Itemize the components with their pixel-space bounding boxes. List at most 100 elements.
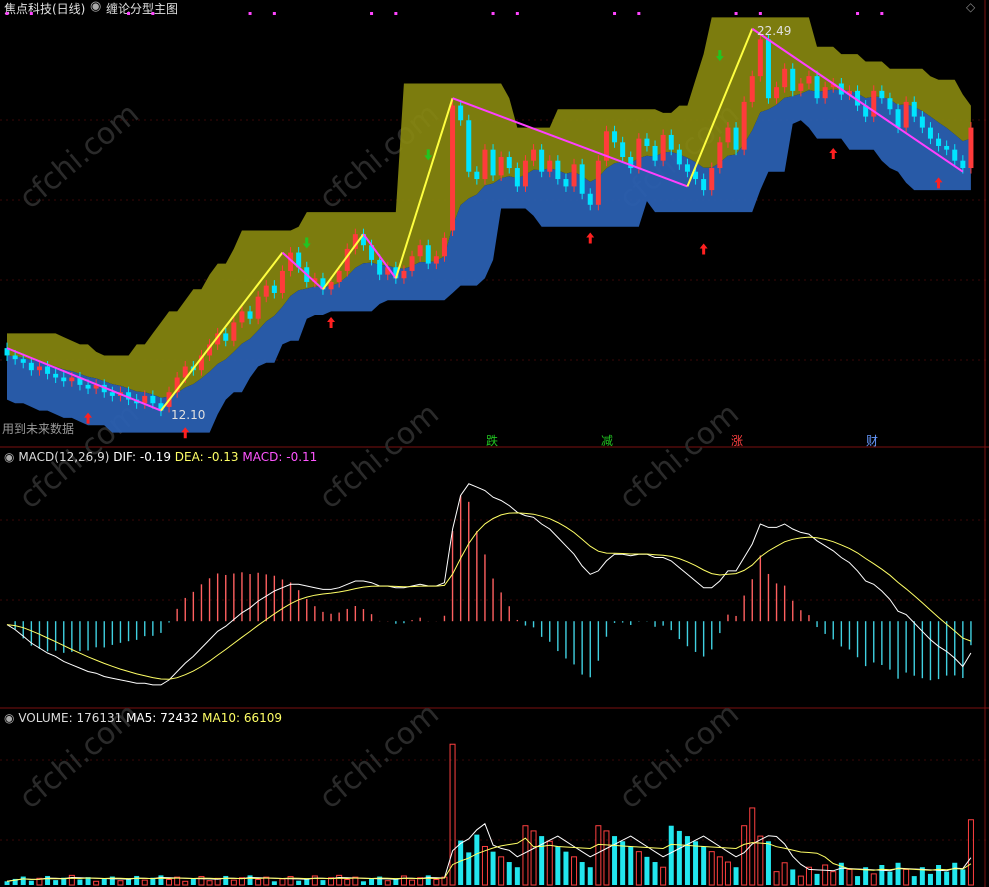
volume-bar xyxy=(781,862,788,886)
candle-body xyxy=(887,98,893,110)
volume-bar xyxy=(708,851,715,886)
volume-bar xyxy=(522,825,529,886)
candle-body xyxy=(676,149,682,165)
candle-body xyxy=(474,171,480,180)
volume-bar xyxy=(668,825,674,885)
volume-bar xyxy=(530,830,537,886)
ma5-label: MA5: xyxy=(126,711,157,725)
volume-bar xyxy=(571,856,578,886)
candle-body xyxy=(150,395,156,404)
candle-body xyxy=(450,105,456,231)
volume-bar xyxy=(117,880,124,886)
candle-body xyxy=(271,285,277,293)
volume-bar xyxy=(773,871,780,886)
candle-body xyxy=(28,362,34,371)
volume-bar xyxy=(846,868,853,886)
watermark-text: cfchi.com xyxy=(13,96,146,216)
candle-body xyxy=(490,149,496,176)
candle-body xyxy=(960,160,966,169)
dif-line xyxy=(6,483,972,686)
volume-bar xyxy=(400,875,407,886)
candle-body xyxy=(498,157,504,176)
candle-body xyxy=(587,193,593,205)
candle-body xyxy=(725,127,731,143)
volume-bar xyxy=(271,881,277,885)
macd-value-label: MACD: xyxy=(242,450,283,464)
volume-bar xyxy=(158,875,164,885)
volume-bar xyxy=(223,875,229,885)
volume-bar xyxy=(45,875,51,885)
candle-body xyxy=(814,76,820,99)
candle-body xyxy=(417,245,423,257)
volume-bar xyxy=(28,880,34,885)
marker-dot xyxy=(734,12,738,15)
signal-label: 跌 xyxy=(486,434,499,448)
candle-body xyxy=(555,160,561,180)
volume-bar xyxy=(741,825,748,886)
candle-body xyxy=(774,87,780,99)
volume-bar xyxy=(701,846,707,885)
volume-bar xyxy=(814,873,820,885)
marker-dot xyxy=(29,12,33,15)
volume-header: ◉ VOLUME: 176131 MA5: 72432 MA10: 66109 xyxy=(4,711,282,725)
volume-bar xyxy=(603,830,610,886)
volume-bar xyxy=(279,878,286,886)
volume-bar xyxy=(903,868,910,886)
volume-bar xyxy=(409,879,416,886)
candle-body xyxy=(636,138,642,169)
candle-body xyxy=(644,138,650,146)
candle-body xyxy=(61,377,67,382)
candle-body xyxy=(612,131,618,143)
candle-body xyxy=(660,134,666,161)
candle-body xyxy=(45,366,51,374)
future-data-note: 用到未来数据 xyxy=(2,422,75,436)
signal-label: 财 xyxy=(866,434,879,448)
candle-body xyxy=(223,333,229,341)
candle-body xyxy=(85,384,91,389)
candle-body xyxy=(522,160,528,187)
marker-dot xyxy=(248,12,252,15)
volume-bar xyxy=(563,851,569,885)
candle-body xyxy=(701,179,707,191)
volume-bar xyxy=(101,878,107,885)
candle-body xyxy=(757,39,763,77)
candle-body xyxy=(12,355,18,360)
volume-bar xyxy=(384,880,391,886)
volume-bar xyxy=(944,871,950,885)
volume-bar xyxy=(628,846,634,885)
candle-body xyxy=(936,138,942,146)
volume-bar xyxy=(433,879,440,886)
up-arrow-icon xyxy=(586,232,595,244)
volume-bar xyxy=(360,881,366,885)
marker-dot xyxy=(637,12,641,15)
volume-bar xyxy=(887,871,893,885)
candle-body xyxy=(53,373,59,378)
volume-bar xyxy=(134,875,140,885)
candle-body xyxy=(466,120,472,172)
candle-body xyxy=(328,281,334,290)
volume-bar xyxy=(68,874,75,886)
volume-bar xyxy=(855,876,861,885)
volume-bar xyxy=(716,856,723,886)
candle-body xyxy=(822,87,828,99)
volume-circle-icon[interactable]: ◉ xyxy=(4,711,14,725)
candle-body xyxy=(263,285,269,297)
volume-bar xyxy=(490,851,496,885)
dif-value: -0.19 xyxy=(139,450,171,464)
volume-bar xyxy=(879,864,885,885)
volume-bar xyxy=(182,880,189,886)
candle-body xyxy=(279,270,285,293)
up-arrow-icon xyxy=(829,147,838,159)
marker-dot xyxy=(613,12,617,15)
volume-label: VOLUME: xyxy=(18,711,73,725)
candle-body xyxy=(482,149,488,180)
macd-circle-icon[interactable]: ◉ xyxy=(4,450,14,464)
volume-bar xyxy=(296,880,302,885)
candle-body xyxy=(717,142,723,169)
candle-body xyxy=(539,149,545,172)
candle-body xyxy=(563,179,569,187)
candle-body xyxy=(109,392,115,396)
ma10-label: MA10: xyxy=(202,711,241,725)
volume-bar xyxy=(693,841,699,885)
macd-header: ◉ MACD(12,26,9) DIF: -0.19 DEA: -0.13 MA… xyxy=(4,450,317,464)
